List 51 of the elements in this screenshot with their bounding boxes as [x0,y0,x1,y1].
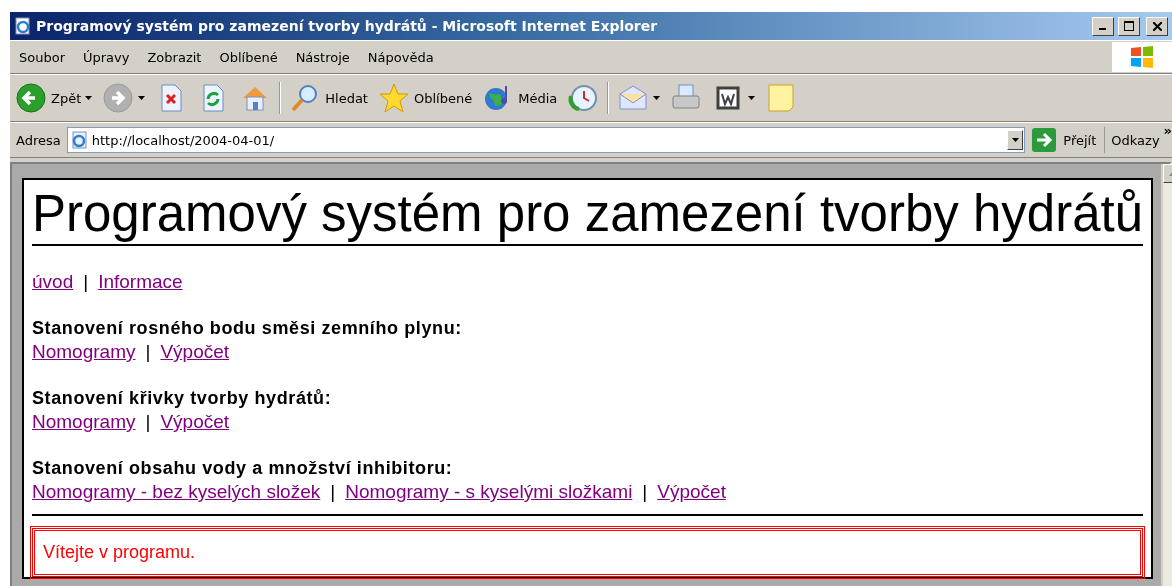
caret-icon [1011,138,1019,142]
menu-item[interactable]: Oblíbené [210,49,287,65]
menu-item[interactable]: Zobrazit [138,49,211,65]
separator-text: | [145,410,151,435]
section-title: Stanovení křivky tvorby hydrátů: [32,387,333,411]
message-box: Vítejte v programu. [32,528,1144,578]
menu-item[interactable]: Soubor [10,49,74,65]
menu-item[interactable]: Nástroje [286,49,359,65]
section-title: Stanovení obsahu vody a množství inhibitoru: [32,457,454,481]
minimize-button[interactable] [1092,16,1114,36]
caret-icon [748,96,756,100]
more-chevron[interactable]: » [1163,123,1172,138]
search-button[interactable]: Hledat [284,82,373,114]
separator-text: | [330,480,336,505]
page-icon [69,131,88,149]
section-link[interactable]: Výpočet [160,410,230,435]
favorites-button[interactable]: Oblíbené [372,82,478,114]
dropdown-button[interactable] [1007,130,1024,150]
star-icon [377,82,410,114]
menu-item[interactable]: Úpravy [74,49,139,65]
close-button[interactable] [1146,16,1168,36]
maximize-button[interactable] [1118,16,1140,36]
nav-link[interactable]: Informace [98,270,183,295]
clock-icon [567,82,600,114]
separator-text: | [642,480,648,505]
section-link[interactable]: Výpočet [657,480,726,505]
maximize-icon [1124,21,1134,31]
section-link[interactable]: Nomogramy [32,410,136,435]
section-link[interactable]: Výpočet [160,340,230,365]
page-heading: Programový systém pro zamezení tvorby hydrátů [32,186,1144,247]
address-label: Adresa [15,132,62,148]
nav-link[interactable]: úvod [32,270,74,295]
media-button[interactable]: Média [477,82,563,114]
section-link[interactable]: Nomogramy - s kyselými složkami [345,480,633,505]
separator-text: | [83,270,89,295]
window-title: Programový systém pro zamezení tvorby hydrátů - Microsoft Internet Explorer [36,18,659,34]
back-button[interactable]: Zpět [10,82,98,114]
section-title: Stanovení rosného bodu směsi zemního plynu: [32,317,463,341]
address-field[interactable]: http://localhost/2004-04-01/ [66,127,1026,153]
caret-icon [138,96,146,100]
separator-text: | [145,340,151,365]
links-button[interactable]: Odkazy [1105,132,1164,148]
menu-item[interactable]: Nápověda [358,49,443,65]
close-icon [1152,21,1162,31]
caret-icon [653,96,661,100]
browser-icon [14,17,32,35]
section-link[interactable]: Nomogramy - bez kyselých složek [32,480,321,505]
section-link[interactable]: Nomogramy [32,340,136,365]
go-button[interactable]: Přejít [1025,127,1106,153]
caret-icon [85,96,93,100]
url-text: http://localhost/2004-04-01/ [91,132,275,148]
